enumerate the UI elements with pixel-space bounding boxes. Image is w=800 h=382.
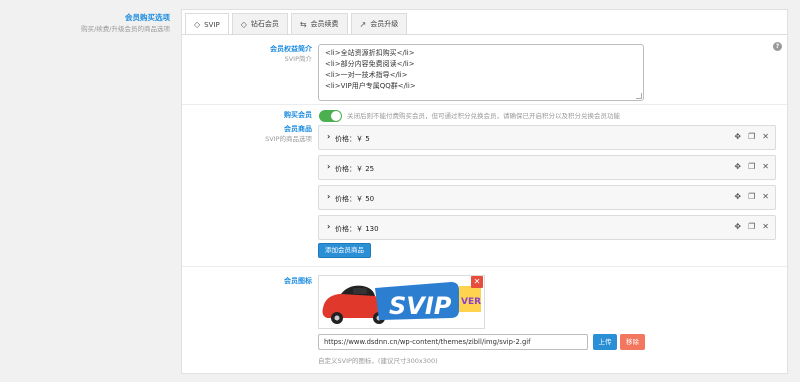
purchase-description: 关闭后则不能付费购买会员，但可通过积分兑换会员，请确保已开启积分以及积分兑换会员…: [347, 112, 620, 120]
chevron-right-icon[interactable]: ›: [327, 192, 330, 201]
product-item[interactable]: › 价格：￥ 50 ✥ ❐ ✕: [318, 185, 776, 210]
product-item[interactable]: › 价格：￥ 25 ✥ ❐ ✕: [318, 155, 776, 180]
product-price: 价格：￥ 130: [335, 225, 379, 233]
icon-hint: 自定义SVIP的图标，(建议尺寸300x300): [318, 357, 438, 365]
toggle-knob: [331, 111, 341, 121]
section-title: 会员购买选项: [125, 13, 170, 22]
icon-label-group: 会员图标: [182, 276, 312, 286]
benefits-textarea[interactable]: <li>全站资源折扣购买</li> <li>部分内容免费阅读</li> <li>…: [318, 44, 644, 101]
tab-label: SVIP: [204, 20, 220, 29]
tab-label: 会员升级: [370, 20, 399, 28]
tab-member-renew[interactable]: ⇆ 会员续费: [290, 13, 348, 34]
benefits-label: 会员权益简介: [270, 45, 312, 53]
gem-icon: ◇: [240, 19, 247, 29]
gem-icon: ◇: [194, 20, 201, 29]
move-icon[interactable]: ✥: [734, 162, 741, 171]
purchase-toggle[interactable]: [319, 110, 342, 122]
products-label-group: 会员商品 SVIP的商品选项: [182, 124, 312, 144]
item-actions: ✥ ❐ ✕: [734, 222, 769, 231]
product-item[interactable]: › 价格：￥ 5 ✥ ❐ ✕: [318, 125, 776, 150]
benefits-sublabel: SVIP简介: [284, 55, 312, 63]
image-badge-text: VER: [461, 297, 481, 307]
close-icon[interactable]: ✕: [762, 132, 769, 141]
divider: [182, 266, 787, 267]
tab-label: 会员续费: [310, 20, 339, 28]
icon-url-input[interactable]: https://www.dsdnn.cn/wp-content/themes/z…: [318, 334, 588, 350]
purchase-label-group: 购买会员: [182, 110, 312, 120]
textarea-line: <li>全站资源折扣购买</li>: [325, 49, 415, 57]
tab-bar: ◇ SVIP ◇ 钻石会员 ⇆ 会员续费 ↗ 会员升级: [182, 10, 408, 35]
tab-member-upgrade[interactable]: ↗ 会员升级: [350, 13, 408, 34]
copy-icon[interactable]: ❐: [748, 132, 755, 141]
tab-diamond-member[interactable]: ◇ 钻石会员: [231, 13, 288, 34]
product-price: 价格：￥ 5: [335, 135, 370, 143]
image-text: SVIP: [389, 292, 452, 320]
chart-line-icon: ↗: [359, 19, 367, 29]
chevron-right-icon[interactable]: ›: [327, 132, 330, 141]
chevron-right-icon[interactable]: ›: [327, 162, 330, 171]
copy-icon[interactable]: ❐: [748, 192, 755, 201]
product-price: 价格：￥ 25: [335, 165, 375, 173]
chevron-right-icon[interactable]: ›: [327, 222, 330, 231]
tab-svip[interactable]: ◇ SVIP: [185, 13, 229, 35]
upload-button[interactable]: 上传: [593, 334, 617, 350]
close-icon[interactable]: ✕: [471, 276, 483, 288]
purchase-label: 购买会员: [284, 111, 312, 119]
remove-button[interactable]: 移除: [620, 334, 645, 350]
item-actions: ✥ ❐ ✕: [734, 132, 769, 141]
item-actions: ✥ ❐ ✕: [734, 162, 769, 171]
help-icon[interactable]: ?: [773, 42, 782, 51]
section-subtitle: 购买/续费/升级会员的商品选项: [81, 25, 170, 33]
section-header: 会员购买选项 购买/续费/升级会员的商品选项: [0, 12, 170, 35]
close-icon[interactable]: ✕: [762, 162, 769, 171]
product-item[interactable]: › 价格：￥ 130 ✥ ❐ ✕: [318, 215, 776, 240]
copy-icon[interactable]: ❐: [748, 222, 755, 231]
textarea-line: <li>VIP用户专属QQ群</li>: [325, 82, 416, 90]
item-actions: ✥ ❐ ✕: [734, 192, 769, 201]
copy-icon[interactable]: ❐: [748, 162, 755, 171]
move-icon[interactable]: ✥: [734, 132, 741, 141]
icon-field-label: 会员图标: [284, 277, 312, 285]
products-sublabel: SVIP的商品选项: [265, 135, 312, 143]
renew-icon: ⇆: [299, 19, 307, 29]
tab-divider: [182, 34, 787, 35]
textarea-line: <li>一对一技术指导</li>: [325, 71, 408, 79]
icon-preview: SVIP VER: [318, 275, 485, 329]
benefits-label-group: 会员权益简介 SVIP简介: [182, 44, 312, 64]
textarea-line: <li>部分内容免费阅读</li>: [325, 60, 415, 68]
close-icon[interactable]: ✕: [762, 222, 769, 231]
svip-badge-image: SVIP VER: [319, 276, 484, 328]
product-price: 价格：￥ 50: [335, 195, 375, 203]
tab-label: 钻石会员: [250, 20, 279, 28]
move-icon[interactable]: ✥: [734, 222, 741, 231]
options-panel: ◇ SVIP ◇ 钻石会员 ⇆ 会员续费 ↗ 会员升级 会员权益简介 SVIP简…: [181, 9, 788, 374]
close-icon[interactable]: ✕: [762, 192, 769, 201]
divider: [182, 104, 787, 105]
move-icon[interactable]: ✥: [734, 192, 741, 201]
add-product-button[interactable]: 添加会员商品: [318, 243, 371, 258]
products-label: 会员商品: [284, 125, 312, 133]
resize-handle-icon[interactable]: [636, 93, 642, 99]
